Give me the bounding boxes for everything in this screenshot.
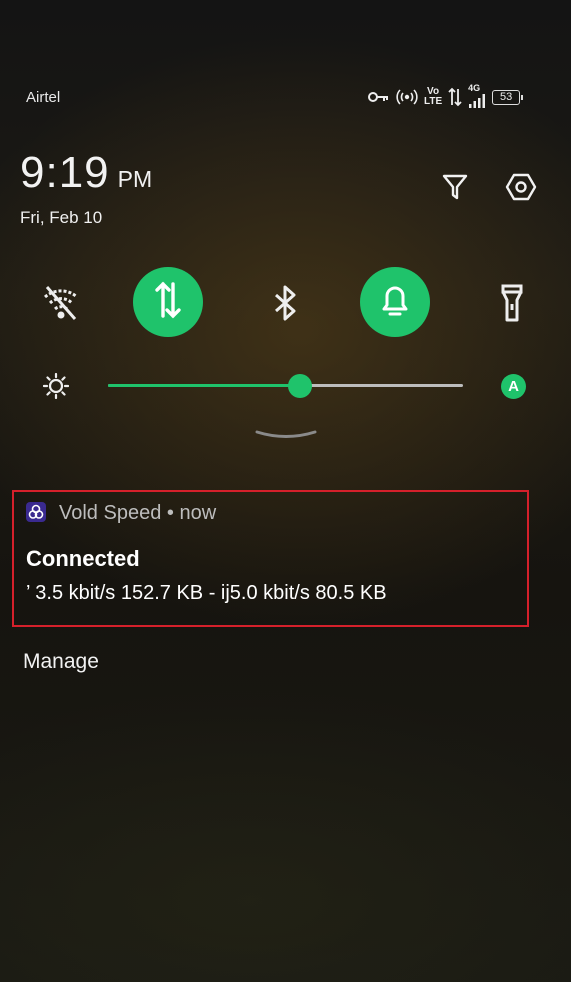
notification-separator: •: [166, 502, 174, 524]
volte-icon: Vo LTE: [424, 87, 442, 107]
clock: 9:19 PM: [20, 148, 152, 198]
tile-wifi[interactable]: [26, 270, 96, 340]
brightness-slider-thumb[interactable]: [287, 374, 312, 398]
date: Fri, Feb 10: [20, 208, 103, 227]
settings-button[interactable]: [503, 171, 539, 207]
notification-filter-button[interactable]: [437, 171, 473, 207]
flashlight-icon: [497, 283, 527, 328]
battery-level: 53: [500, 90, 513, 103]
data-activity-icon: [448, 87, 462, 107]
carrier-name: Airtel: [26, 89, 61, 106]
notification-card[interactable]: Vold Speed • now Connected ’ 3.5 kbit/s …: [12, 490, 529, 627]
bell-icon: [378, 281, 412, 324]
filter-icon: [441, 172, 469, 207]
network-type-label: 4G: [468, 83, 481, 93]
brightness-icon: [42, 372, 70, 404]
tile-bluetooth[interactable]: [250, 270, 320, 340]
wifi-off-icon: [41, 283, 81, 328]
app-icon: [26, 502, 46, 522]
clock-ampm: PM: [117, 166, 153, 192]
key-icon: [368, 90, 390, 104]
brightness-slider-fill: [108, 384, 300, 387]
settings-icon: [505, 172, 537, 207]
mobile-data-icon: [153, 280, 183, 325]
tile-flashlight[interactable]: [477, 270, 547, 340]
tile-sound[interactable]: [360, 267, 430, 337]
battery-icon: 53: [492, 89, 524, 105]
notification-time: now: [179, 502, 217, 524]
manage-button[interactable]: Manage: [23, 650, 99, 674]
hotspot-icon: [396, 88, 418, 106]
status-icons: Vo LTE 4G 53: [368, 83, 524, 108]
expand-handle-icon[interactable]: [255, 428, 317, 446]
notification-header: Vold Speed • now: [59, 502, 216, 525]
clock-time: 9:19: [20, 148, 110, 197]
notification-title: Connected: [26, 546, 140, 571]
volte-bottom-label: LTE: [424, 96, 443, 107]
auto-brightness-button[interactable]: A: [501, 374, 526, 399]
notification-app-name: Vold Speed: [59, 502, 162, 524]
bluetooth-icon: [270, 283, 300, 328]
tile-mobile-data[interactable]: [133, 267, 203, 337]
notification-body: ’ 3.5 kbit/s 152.7 KB - ij5.0 kbit/s 80.…: [26, 582, 387, 604]
signal-icon: 4G: [468, 83, 486, 108]
